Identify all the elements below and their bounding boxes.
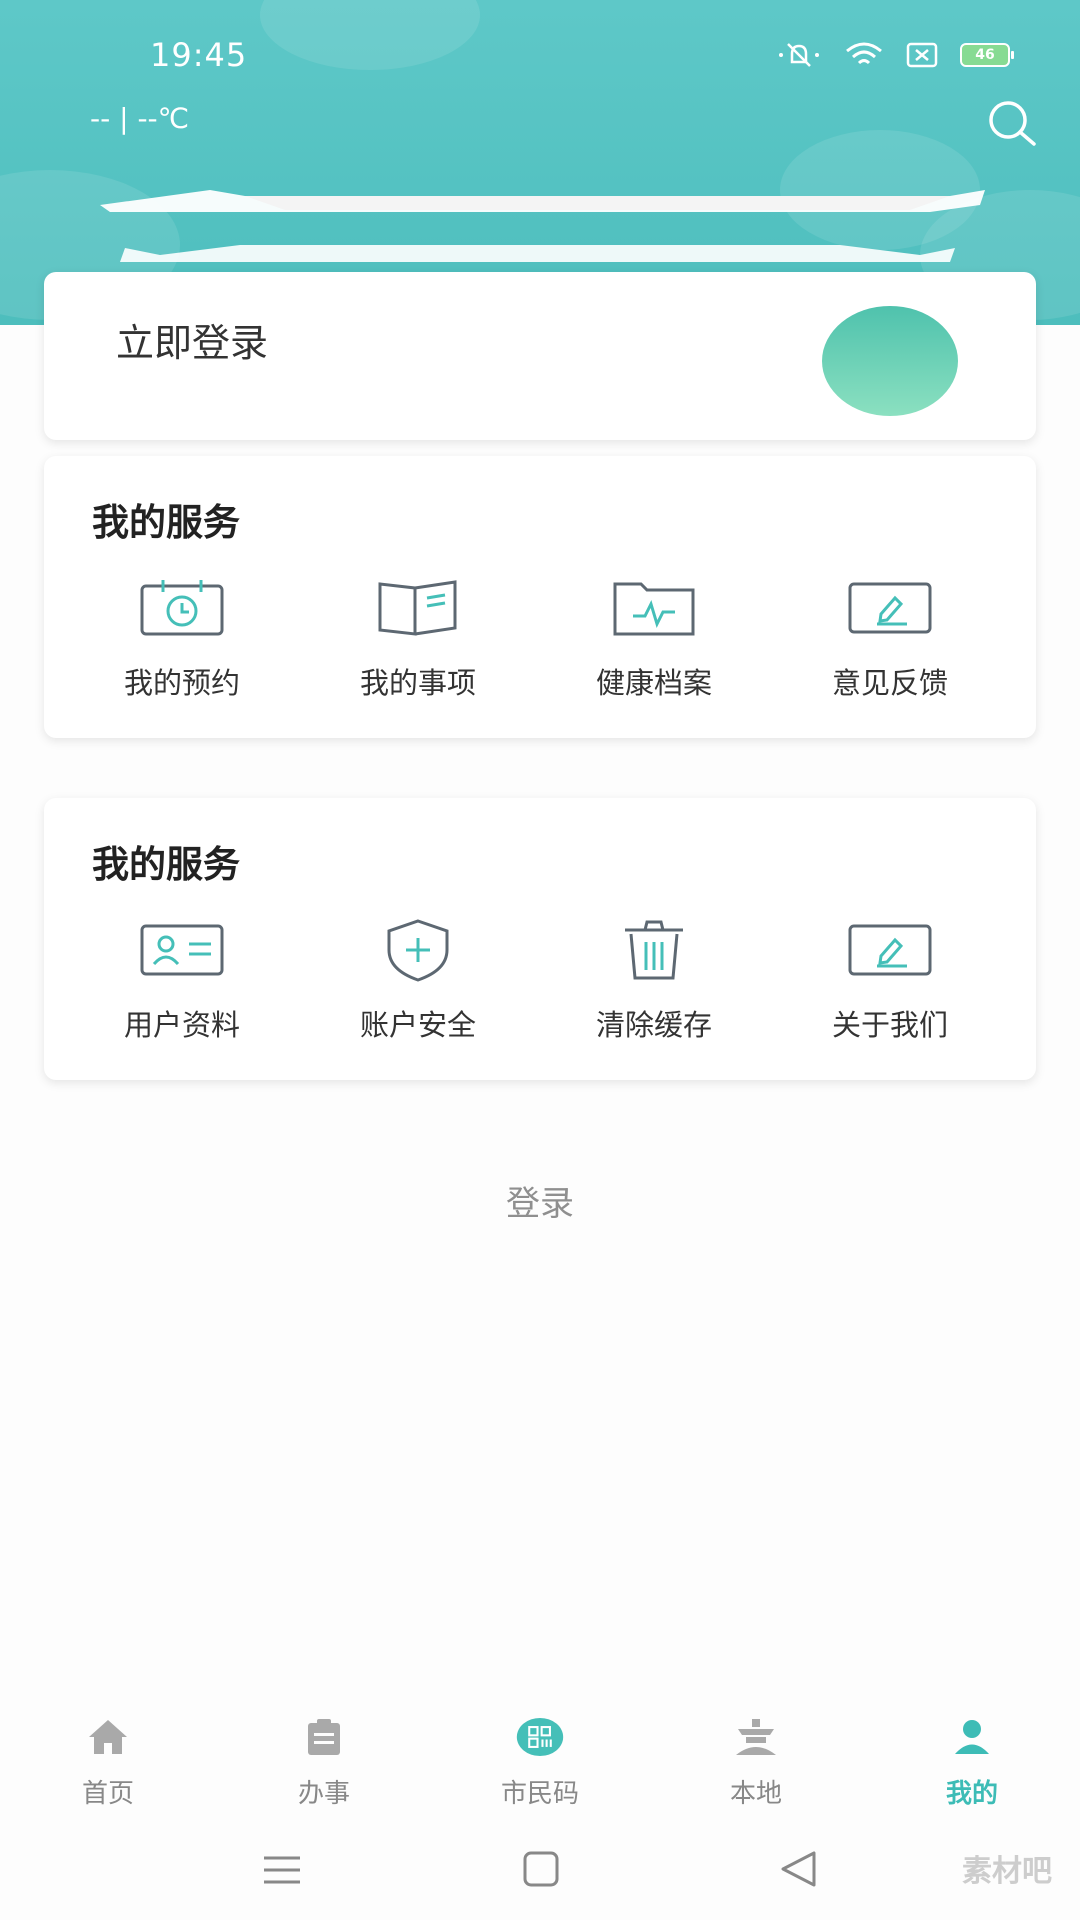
service-account-security[interactable]: 账户安全 xyxy=(300,918,536,1044)
my-services-card: 我的服务 我的预约 我的事项 健康档案 意见反馈 xyxy=(44,456,1036,738)
login-now-label[interactable]: 立即登录 xyxy=(116,312,268,367)
service-label: 清除缓存 xyxy=(595,1008,712,1042)
battery-indicator: 46 xyxy=(960,43,1014,67)
home-icon xyxy=(89,1720,127,1754)
landmark-icon xyxy=(736,1719,776,1755)
service-health-records[interactable]: 健康档案 xyxy=(536,576,772,702)
tab-label: 本地 xyxy=(729,1779,782,1809)
service-label: 意见反馈 xyxy=(831,666,948,700)
service-about-us[interactable]: 关于我们 xyxy=(772,918,1008,1044)
shield-plus-icon xyxy=(387,919,449,982)
weather-readout: -- | --℃ xyxy=(90,102,190,135)
tab-local[interactable]: 本地 xyxy=(686,1695,826,1815)
service-my-matters[interactable]: 我的事项 xyxy=(300,576,536,702)
back-icon[interactable] xyxy=(778,1850,818,1888)
tab-label: 我的 xyxy=(945,1779,998,1809)
service-user-profile[interactable]: 用户资料 xyxy=(64,918,300,1044)
service-label: 我的事项 xyxy=(359,666,476,700)
tab-services[interactable]: 办事 xyxy=(254,1695,394,1815)
watermark: 素材吧 xyxy=(962,1854,1052,1889)
tab-label: 办事 xyxy=(297,1779,350,1809)
system-navigation-bar: 素材吧 xyxy=(0,1840,1080,1900)
tab-mine[interactable]: 我的 xyxy=(902,1695,1042,1815)
clipboard-icon xyxy=(308,1719,340,1755)
trash-icon xyxy=(625,920,683,980)
user-icon xyxy=(955,1720,989,1754)
about-pen-icon xyxy=(848,924,932,976)
bottom-tab-bar: 首页 办事 市民码 本地 我的 xyxy=(0,1695,1080,1815)
no-sim-icon xyxy=(906,42,938,68)
mute-bell-icon xyxy=(779,43,819,67)
search-icon[interactable] xyxy=(984,96,1038,150)
login-button[interactable]: 登录 xyxy=(0,1176,1080,1225)
section-title: 我的服务 xyxy=(92,501,240,544)
tab-home[interactable]: 首页 xyxy=(38,1695,178,1815)
calendar-clock-icon xyxy=(140,580,224,636)
battery-level: 46 xyxy=(975,47,995,63)
book-icon xyxy=(378,580,457,636)
service-label: 我的预约 xyxy=(123,666,240,700)
home-square-icon[interactable] xyxy=(522,1850,560,1888)
service-label: 账户安全 xyxy=(359,1008,476,1042)
section-title: 我的服务 xyxy=(92,843,240,886)
tab-label: 首页 xyxy=(81,1779,134,1809)
service-feedback[interactable]: 意见反馈 xyxy=(772,576,1008,702)
id-card-icon xyxy=(140,924,224,976)
service-label: 健康档案 xyxy=(595,666,712,700)
service-label: 用户资料 xyxy=(123,1008,240,1042)
my-services-card-2: 我的服务 用户资料 账户安全 清除缓存 关于我们 xyxy=(44,798,1036,1080)
service-clear-cache[interactable]: 清除缓存 xyxy=(536,918,772,1044)
status-time: 19:45 xyxy=(150,36,248,74)
avatar[interactable] xyxy=(822,306,958,416)
qr-code-icon xyxy=(516,1717,564,1757)
menu-icon[interactable] xyxy=(262,1852,302,1888)
tab-label: 市民码 xyxy=(500,1779,579,1809)
health-folder-icon xyxy=(613,582,695,636)
service-label: 关于我们 xyxy=(831,1008,948,1042)
service-my-appointments[interactable]: 我的预约 xyxy=(64,576,300,702)
status-bar: 19:45 46 xyxy=(0,36,1080,76)
tab-citizen-code[interactable]: 市民码 xyxy=(470,1695,610,1815)
login-card[interactable]: 立即登录 xyxy=(44,272,1036,440)
wifi-icon xyxy=(846,42,882,65)
feedback-pen-icon xyxy=(848,582,932,634)
